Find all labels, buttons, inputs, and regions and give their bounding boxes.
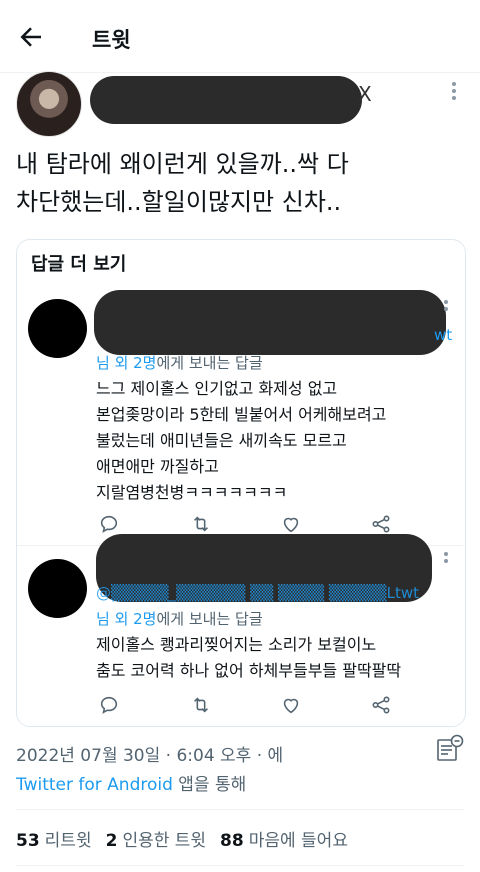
reply-retweet-button[interactable] xyxy=(190,513,216,535)
reply-like-button[interactable] xyxy=(280,694,306,716)
back-button[interactable] xyxy=(16,22,52,56)
redaction-tail-text: X xyxy=(358,82,372,106)
analytics-icon xyxy=(437,734,464,761)
reply-share-button[interactable] xyxy=(370,513,396,535)
reply-author-redaction xyxy=(94,290,446,355)
reply-avatar[interactable] xyxy=(28,299,87,358)
page-title: 트윗 xyxy=(92,28,131,52)
more-options-button[interactable] xyxy=(446,82,462,102)
comment-icon xyxy=(100,515,118,533)
reply-text: 제이홀스 쾡과리찢어지는 소리가 보컬이노 춤도 코어력 하나 없어 하체부들부… xyxy=(96,635,402,680)
tweet-source-link[interactable]: Twitter for Android xyxy=(16,775,173,795)
reply-avatar[interactable] xyxy=(28,559,87,618)
reply-comment-button[interactable] xyxy=(98,513,124,535)
more-dot-icon xyxy=(452,82,456,86)
more-replies-title: 답글 더 보기 xyxy=(31,254,127,275)
author-avatar[interactable] xyxy=(16,71,82,137)
reply-to-line: 님 외 2명에게 보내는 답글 xyxy=(96,610,263,628)
reply-retweet-button[interactable] xyxy=(190,694,216,716)
reply-like-button[interactable] xyxy=(280,513,306,535)
view-analytics-button[interactable] xyxy=(436,734,464,764)
engagement-stats: 53 리트윗 2 인용한 트윗 88 마음에 들어요 xyxy=(16,826,348,851)
reply-share-button[interactable] xyxy=(370,694,396,716)
header-divider xyxy=(0,72,480,73)
arrow-left-icon xyxy=(20,27,41,47)
reply-more-button[interactable] xyxy=(440,552,452,572)
reply-to-users[interactable]: 님 외 2명 xyxy=(96,610,156,628)
retweet-icon xyxy=(194,697,208,713)
tweet-text: 내 탐라에 왜이런게 있을까..싹 다 차단했는데..할일이많지만 신차.. xyxy=(16,150,349,216)
retweet-icon xyxy=(194,516,208,532)
tweet-source-line: Twitter for Android 앱을 통해 xyxy=(16,775,247,795)
meta-divider xyxy=(16,809,464,810)
reply-to-users[interactable]: 님 외 2명 xyxy=(96,354,156,372)
share-icon xyxy=(372,515,390,533)
reply-more-button[interactable] xyxy=(440,300,452,320)
reply-handle[interactable]: wt xyxy=(434,326,452,344)
stats-divider xyxy=(16,865,464,866)
reply-text: 느그 제이홀스 인기없고 화제성 없고 본업좆망이라 5한테 빌붙어서 어케해보… xyxy=(96,379,387,502)
likes-stat[interactable]: 88 마음에 들어요 xyxy=(220,826,348,851)
heart-icon xyxy=(283,517,299,533)
reply-handle[interactable]: @▒▒▒▒▒_▒▒▒▒▒▒ ▒▒ ▒▒▒▒ ▒▒▒▒▒Ltwt xyxy=(96,584,456,602)
author-name-redaction xyxy=(90,76,362,124)
reply-comment-button[interactable] xyxy=(98,694,124,716)
share-icon xyxy=(372,696,390,714)
comment-icon xyxy=(100,696,118,714)
retweets-stat[interactable]: 53 리트윗 xyxy=(16,826,92,851)
reply-to-line: 님 외 2명에게 보내는 답글 xyxy=(96,354,263,372)
heart-icon xyxy=(283,698,299,714)
tweet-timestamp[interactable]: 2022년 07월 30일 · 6:04 오후 · 에 xyxy=(16,741,283,766)
quote-tweets-stat[interactable]: 2 인용한 트윗 xyxy=(106,826,206,851)
